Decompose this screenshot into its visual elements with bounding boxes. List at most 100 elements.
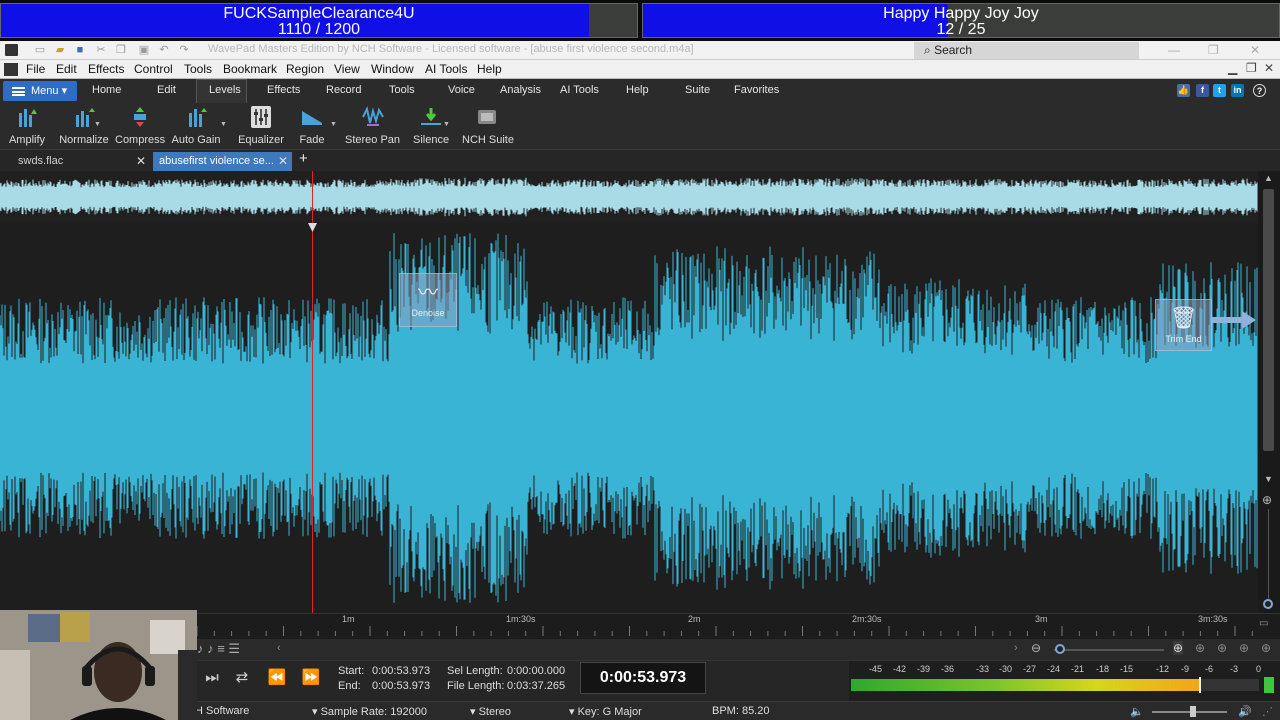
doc-restore-icon[interactable]: ❐ xyxy=(1246,61,1257,75)
tab-levels[interactable]: Levels xyxy=(209,84,241,96)
close-tab-icon[interactable]: ✕ xyxy=(278,152,288,170)
vertical-scrollbar[interactable]: ▲ ▼ ⊕ xyxy=(1258,171,1280,613)
save-icon[interactable]: ■ xyxy=(74,44,86,56)
speaker-icon[interactable]: 🔊 xyxy=(1238,705,1252,718)
rewind-button[interactable]: ⏪ xyxy=(262,666,292,690)
trim-handle-icon[interactable]: ♪ ♪ ≡ ☰ xyxy=(197,641,240,657)
facebook-icon[interactable]: f xyxy=(1196,84,1209,97)
zoom-fit-icon[interactable]: ▭ xyxy=(1259,618,1268,629)
waveform-overview[interactable] xyxy=(0,171,1258,223)
zoom-in-icon[interactable]: ⊕ xyxy=(1173,641,1184,655)
menu-effects[interactable]: Effects xyxy=(88,62,124,76)
waveform-display[interactable]: 〰 Denoise 🗑 Trim End xyxy=(0,223,1258,613)
vertical-zoom-icon[interactable]: ⊕ xyxy=(1262,493,1272,507)
menu-window[interactable]: Window xyxy=(371,62,414,76)
scroll-thumb[interactable] xyxy=(1263,189,1274,451)
open-folder-icon[interactable]: ▰ xyxy=(54,44,66,56)
silence-dropdown-icon[interactable]: ▼ xyxy=(443,121,450,128)
add-tab-icon[interactable]: + xyxy=(299,150,308,167)
file-tab-abuse[interactable]: abusefirst violence se... ✕ xyxy=(153,152,292,171)
undo-icon[interactable]: ↶ xyxy=(158,44,170,56)
fast-forward-button[interactable]: ⏩ xyxy=(296,666,326,690)
nch-suite-button[interactable]: NCH Suite xyxy=(462,105,514,149)
tab-effects[interactable]: Effects xyxy=(267,84,300,96)
scroll-right-icon[interactable]: › xyxy=(1014,642,1018,654)
amplify-button[interactable]: Amplify xyxy=(6,105,48,149)
sample-rate-dropdown[interactable]: ▾ Sample Rate: 192000 xyxy=(312,705,427,718)
file-tab-swds[interactable]: swds.flac ✕ xyxy=(12,152,150,171)
scroll-left-icon[interactable]: ‹ xyxy=(277,642,281,654)
fade-button[interactable]: ▼ Fade xyxy=(296,105,337,149)
loop-button[interactable]: ⇄ xyxy=(227,666,257,690)
search-input[interactable]: ⌕ Search xyxy=(914,42,1139,59)
maximize-icon[interactable]: ❐ xyxy=(1208,43,1219,57)
zoom-selection-icon[interactable]: ⊕ xyxy=(1195,641,1205,655)
volume-icon[interactable]: 🔈 xyxy=(1130,705,1144,718)
close-tab-icon[interactable]: ✕ xyxy=(136,152,146,170)
fade-dropdown-icon[interactable]: ▼ xyxy=(330,121,337,128)
compress-button[interactable]: Compress xyxy=(115,105,165,149)
menu-button[interactable]: Menu ▾ xyxy=(3,81,77,101)
normalize-button[interactable]: ▼ Normalize xyxy=(58,105,110,149)
scroll-down-icon[interactable]: ▼ xyxy=(1264,474,1273,484)
playhead-cursor[interactable] xyxy=(312,171,313,639)
scroll-up-icon[interactable]: ▲ xyxy=(1264,173,1273,183)
linkedin-icon[interactable]: in xyxy=(1231,84,1244,97)
like-icon[interactable]: 👍 xyxy=(1177,84,1190,97)
skip-end-button[interactable]: ⏭ xyxy=(197,666,227,690)
channels-dropdown[interactable]: ▾ Stereo xyxy=(470,705,511,718)
tab-favorites[interactable]: Favorites xyxy=(734,84,779,96)
doc-close-icon[interactable]: ✕ xyxy=(1264,61,1274,75)
equalizer-button[interactable]: Equalizer xyxy=(237,105,285,149)
tab-analysis[interactable]: Analysis xyxy=(500,84,541,96)
zoom-handle[interactable] xyxy=(1055,644,1065,654)
menu-tools[interactable]: Tools xyxy=(184,62,212,76)
denoise-icon: 〰 xyxy=(418,282,438,304)
menu-file[interactable]: File xyxy=(26,62,45,76)
volume-handle[interactable] xyxy=(1190,706,1196,717)
trim-end-button[interactable]: 🗑 Trim End xyxy=(1155,299,1212,351)
menu-help[interactable]: Help xyxy=(477,62,502,76)
menu-bookmark[interactable]: Bookmark xyxy=(223,62,277,76)
zoom-full-icon[interactable]: ⊕ xyxy=(1217,641,1227,655)
tab-tools[interactable]: Tools xyxy=(389,84,415,96)
zoom-out-icon[interactable]: ⊖ xyxy=(1031,641,1041,655)
cut-icon[interactable]: ✂ xyxy=(95,44,107,56)
copy-icon[interactable]: ❐ xyxy=(115,44,127,56)
stereo-pan-icon xyxy=(361,106,384,126)
stereo-pan-button[interactable]: Stereo Pan xyxy=(345,105,400,149)
help-icon[interactable]: ? xyxy=(1253,84,1266,97)
compress-label: Compress xyxy=(115,134,166,146)
new-file-icon[interactable]: ▭ xyxy=(34,44,46,56)
tab-ai-tools[interactable]: AI Tools xyxy=(560,84,599,96)
normalize-dropdown-icon[interactable]: ▼ xyxy=(94,121,101,128)
tab-home[interactable]: Home xyxy=(92,84,121,96)
vertical-zoom-handle[interactable] xyxy=(1263,599,1273,609)
auto-gain-dropdown-icon[interactable]: ▼ xyxy=(220,121,227,128)
menu-region[interactable]: Region xyxy=(286,62,324,76)
redo-icon[interactable]: ↷ xyxy=(178,44,190,56)
minimize-icon[interactable]: — xyxy=(1168,43,1180,57)
menu-edit[interactable]: Edit xyxy=(56,62,77,76)
auto-gain-button[interactable]: ▼ Auto Gain xyxy=(170,105,227,149)
menu-ai-tools[interactable]: AI Tools xyxy=(425,62,467,76)
zoom-row: ♪ ♪ ≡ ☰ ‹ › ⊖ ⊕ ⊕ ⊕ ⊕ ⊕ xyxy=(197,639,1280,661)
menu-control[interactable]: Control xyxy=(134,62,173,76)
timeline-ruler[interactable]: 1m 1m:30s 2m 2m:30s 3m 3m:30s ▭ xyxy=(197,613,1280,639)
zoom-reset-icon[interactable]: ⊕ xyxy=(1261,641,1271,655)
tab-help[interactable]: Help xyxy=(626,84,649,96)
paste-icon[interactable]: ▣ xyxy=(138,44,150,56)
key-dropdown[interactable]: ▾ Key: G Major xyxy=(569,705,642,718)
zoom-vertical-icon[interactable]: ⊕ xyxy=(1239,641,1249,655)
meter-label: -6 xyxy=(1205,664,1214,674)
tab-suite[interactable]: Suite xyxy=(685,84,710,96)
tab-edit[interactable]: Edit xyxy=(157,84,176,96)
silence-button[interactable]: ▼ Silence xyxy=(413,105,450,149)
close-icon[interactable]: ✕ xyxy=(1250,43,1260,57)
tab-voice[interactable]: Voice xyxy=(448,84,475,96)
twitter-icon[interactable]: t xyxy=(1213,84,1226,97)
doc-minimize-icon[interactable]: ▁ xyxy=(1228,61,1237,75)
menu-view[interactable]: View xyxy=(334,62,360,76)
denoise-button[interactable]: 〰 Denoise xyxy=(399,273,457,327)
tab-record[interactable]: Record xyxy=(326,84,361,96)
